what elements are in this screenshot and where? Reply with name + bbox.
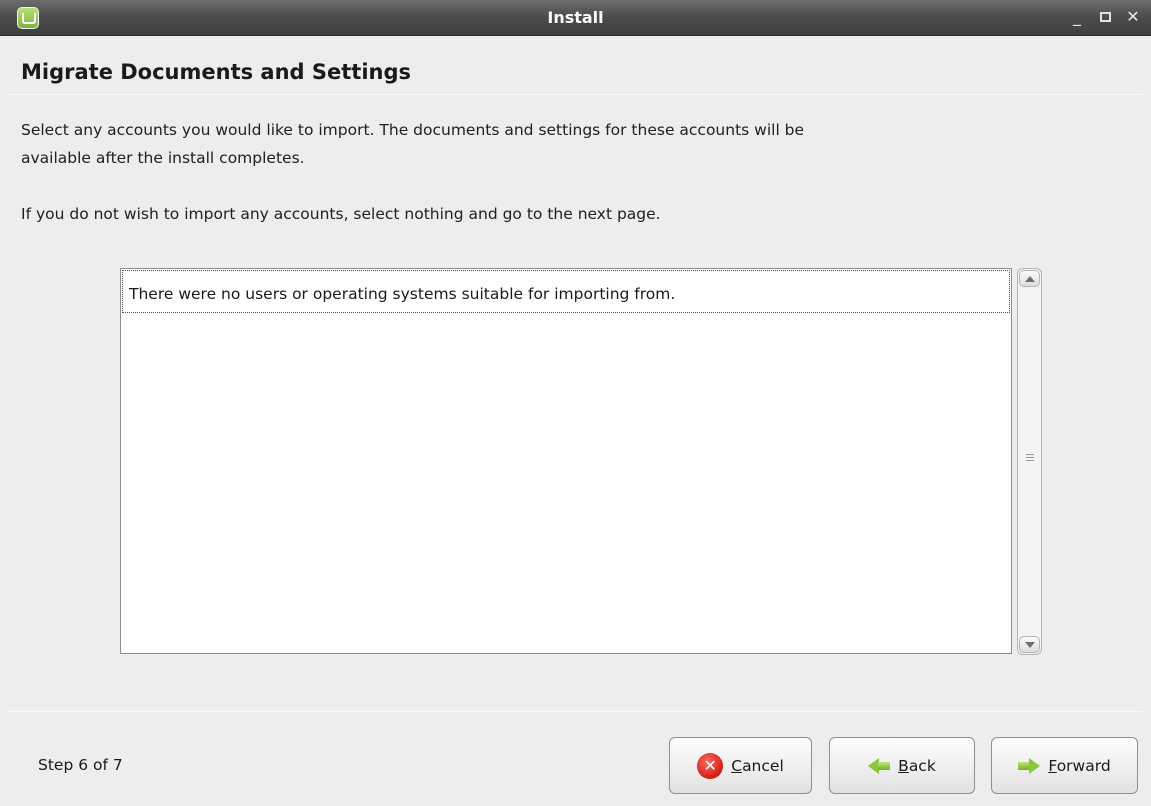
scroll-up-button[interactable] bbox=[1019, 270, 1040, 287]
close-icon[interactable]: ✕ bbox=[1125, 8, 1141, 26]
description-line-1: Select any accounts you would like to im… bbox=[21, 121, 805, 139]
cancel-icon: ✕ bbox=[697, 752, 724, 779]
footer-divider bbox=[8, 711, 1143, 712]
list-item[interactable]: There were no users or operating systems… bbox=[122, 270, 1010, 313]
vertical-scrollbar[interactable] bbox=[1017, 268, 1042, 655]
title-bar[interactable]: Install _ ✕ bbox=[0, 0, 1151, 36]
maximize-icon[interactable] bbox=[1097, 8, 1113, 26]
header-divider bbox=[8, 94, 1143, 95]
accounts-list[interactable]: There were no users or operating systems… bbox=[120, 268, 1012, 654]
cancel-label: Cancel bbox=[731, 756, 784, 775]
window-title: Install bbox=[547, 8, 604, 27]
step-indicator: Step 6 of 7 bbox=[38, 756, 123, 774]
install-window: Install _ ✕ Migrate Documents and Settin… bbox=[0, 0, 1151, 806]
forward-button[interactable]: Forward bbox=[991, 737, 1138, 794]
arrow-right-icon bbox=[1018, 757, 1041, 774]
scroll-down-button[interactable] bbox=[1019, 636, 1040, 653]
back-label: Back bbox=[898, 756, 936, 775]
arrow-left-icon bbox=[868, 757, 891, 774]
chevron-down-icon bbox=[1025, 642, 1035, 648]
chevron-up-icon bbox=[1025, 276, 1035, 282]
back-button[interactable]: Back bbox=[829, 737, 975, 794]
window-controls: _ ✕ bbox=[1069, 8, 1141, 26]
forward-label: Forward bbox=[1048, 756, 1111, 775]
hint-text: If you do not wish to import any account… bbox=[21, 205, 661, 223]
cancel-button[interactable]: ✕ Cancel bbox=[669, 737, 812, 794]
page-title: Migrate Documents and Settings bbox=[21, 60, 412, 84]
minimize-icon[interactable]: _ bbox=[1069, 8, 1085, 26]
scrollbar-grip-icon bbox=[1026, 454, 1034, 463]
description-line-2: available after the install completes. bbox=[21, 149, 305, 167]
